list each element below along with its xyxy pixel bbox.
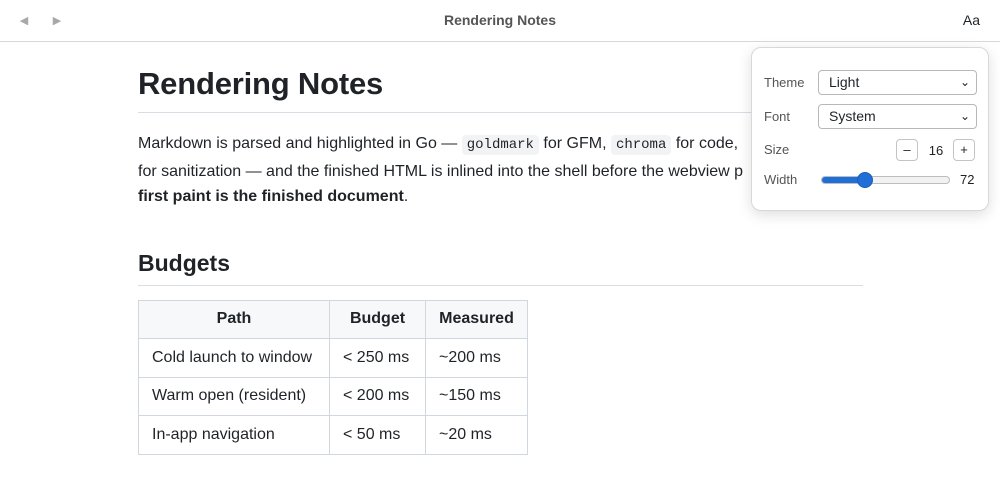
table-cell: ~200 ms [425, 338, 528, 378]
table-row: In-app navigation < 50 ms ~20 ms [138, 415, 528, 455]
width-value: 72 [960, 172, 975, 187]
theme-select-value: Light [829, 74, 860, 90]
inline-code-goldmark: goldmark [461, 135, 539, 155]
theme-label: Theme [764, 75, 805, 90]
toolbar: ◀ ▶ Rendering Notes Aa [0, 0, 1000, 42]
intro-text-2: for GFM, [538, 135, 611, 152]
font-select[interactable]: System ⌄ [818, 104, 977, 129]
budgets-table: Path Budget Measured Cold launch to wind… [138, 299, 528, 455]
size-decrement-button[interactable]: – [896, 139, 918, 161]
table-cell: Warm open (resident) [138, 376, 330, 417]
table-row: Cold launch to window < 250 ms ~200 ms [138, 338, 528, 378]
table-cell: ~150 ms [425, 376, 528, 417]
size-label: Size [764, 142, 790, 157]
width-slider[interactable] [821, 172, 950, 188]
intro-text-5: . [403, 188, 409, 205]
size-increment-button[interactable]: + [953, 139, 975, 161]
window-title: Rendering Notes [443, 12, 556, 28]
theme-select[interactable]: Light ⌄ [818, 70, 977, 95]
table-row: Warm open (resident) < 200 ms ~150 ms [138, 376, 528, 417]
table-cell: Cold launch to window [138, 338, 330, 378]
section-heading-budgets: Budgets [138, 250, 863, 286]
intro-text-1: Markdown is parsed and highlighted in Go… [138, 135, 462, 152]
table-cell: < 50 ms [329, 415, 426, 455]
table-cell: < 250 ms [329, 338, 426, 378]
table-header-measured: Measured [425, 299, 528, 340]
intro-text-4: for sanitization — and the finished HTML… [138, 162, 744, 180]
table-header-path: Path [138, 299, 330, 340]
size-value: 16 [928, 143, 944, 158]
table-header-row: Path Budget Measured [138, 299, 528, 340]
table-cell: In-app navigation [138, 415, 330, 455]
width-slider-thumb[interactable] [857, 172, 873, 188]
text-settings-popover: Theme Light ⌄ Font System ⌄ Size – 16 + … [751, 47, 989, 211]
table-header-budget: Budget [329, 299, 426, 340]
width-label: Width [764, 172, 798, 187]
table-cell: ~20 ms [425, 415, 528, 455]
font-label: Font [764, 109, 791, 124]
chevron-down-icon: ⌄ [959, 109, 970, 123]
inline-code-chroma: chroma [610, 135, 672, 155]
chevron-down-icon: ⌄ [959, 75, 970, 89]
intro-bold: first paint is the finished document [138, 188, 404, 205]
font-select-value: System [829, 108, 876, 124]
text-settings-button[interactable]: Aa [963, 12, 980, 28]
intro-text-3: for code, [671, 135, 739, 152]
table-cell: < 200 ms [329, 376, 426, 417]
